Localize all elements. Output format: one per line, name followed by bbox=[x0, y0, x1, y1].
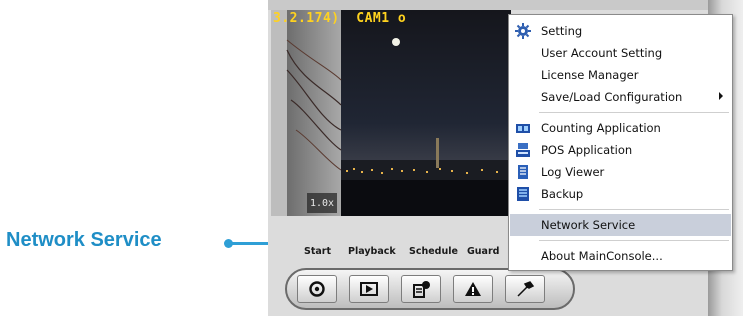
window-top-border bbox=[268, 0, 743, 10]
counting-icon bbox=[516, 124, 530, 133]
playback-label: Playback bbox=[348, 246, 396, 257]
menu-item-log-viewer[interactable]: Log Viewer bbox=[510, 161, 731, 183]
menu-item-label: About MainConsole... bbox=[541, 249, 663, 263]
log-icon bbox=[518, 165, 528, 179]
menu-item-label: User Account Setting bbox=[541, 46, 663, 60]
menu-item-label: Save/Load Configuration bbox=[541, 90, 683, 104]
settings-context-menu: Setting User Account Setting License Man… bbox=[508, 14, 733, 271]
zoom-level-badge: 1.0x bbox=[307, 193, 337, 213]
schedule-button[interactable] bbox=[401, 275, 441, 303]
menu-item-counting-application[interactable]: Counting Application bbox=[510, 117, 731, 139]
submenu-arrow-icon bbox=[719, 92, 723, 100]
start-label: Start bbox=[304, 246, 332, 257]
menu-item-save-load-configuration[interactable]: Save/Load Configuration bbox=[510, 86, 731, 108]
playback-icon bbox=[360, 282, 378, 296]
gear-icon bbox=[515, 23, 531, 39]
menu-separator bbox=[539, 240, 729, 241]
menu-item-user-account-setting[interactable]: User Account Setting bbox=[510, 42, 731, 64]
menu-item-label: Log Viewer bbox=[541, 165, 605, 179]
menu-item-backup[interactable]: Backup bbox=[510, 183, 731, 205]
menu-item-label: License Manager bbox=[541, 68, 639, 82]
menu-item-label: Backup bbox=[541, 187, 584, 201]
pos-icon bbox=[516, 143, 530, 157]
menu-item-network-service[interactable]: Network Service bbox=[510, 214, 731, 236]
main-toolbar bbox=[285, 268, 575, 310]
callout-label: Network Service bbox=[6, 229, 162, 251]
menu-item-label: Network Service bbox=[541, 218, 636, 232]
guard-icon bbox=[465, 282, 481, 296]
config-button[interactable] bbox=[505, 275, 545, 303]
menu-item-about-mainconsole[interactable]: About MainConsole... bbox=[510, 245, 731, 267]
camera-overlay-title: 3.2.174) CAM1 o bbox=[273, 11, 407, 26]
menu-separator bbox=[539, 112, 729, 113]
guard-button[interactable] bbox=[453, 275, 493, 303]
night-city-scene bbox=[271, 10, 511, 216]
menu-item-label: Counting Application bbox=[541, 121, 661, 135]
menu-item-setting[interactable]: Setting bbox=[510, 20, 731, 42]
playback-button[interactable] bbox=[349, 275, 389, 303]
menu-separator bbox=[539, 209, 729, 210]
menu-item-pos-application[interactable]: POS Application bbox=[510, 139, 731, 161]
start-icon bbox=[309, 281, 325, 297]
menu-item-label: POS Application bbox=[541, 143, 633, 157]
guard-label: Guard bbox=[467, 246, 500, 257]
schedule-label: Schedule bbox=[409, 246, 458, 257]
schedule-icon bbox=[413, 281, 430, 298]
backup-icon bbox=[517, 187, 529, 201]
start-button[interactable] bbox=[297, 275, 337, 303]
config-icon bbox=[517, 281, 535, 297]
camera-video-feed[interactable]: 3.2.174) CAM1 o 1.0x bbox=[271, 10, 511, 216]
menu-item-license-manager[interactable]: License Manager bbox=[510, 64, 731, 86]
menu-item-label: Setting bbox=[541, 24, 583, 38]
toolbar-labels: Start Playback Schedule Guard bbox=[296, 246, 516, 260]
